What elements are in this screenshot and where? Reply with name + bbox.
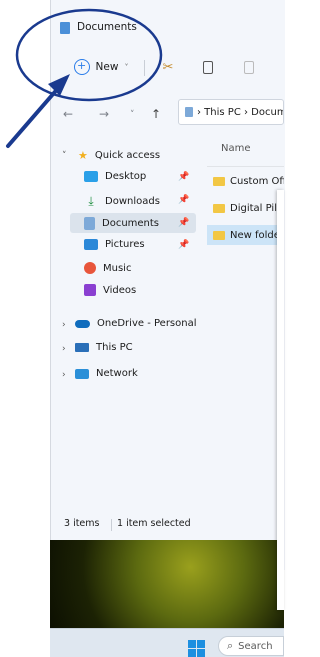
file-name: Custom Office Templates: [230, 175, 284, 187]
status-item-count: 3 items: [64, 518, 100, 529]
column-divider: [207, 166, 284, 167]
download-icon: ⤓: [88, 194, 94, 208]
monitor-icon: [75, 343, 89, 352]
sidebar-item-quick-access[interactable]: ★ Quick access: [78, 149, 160, 162]
sidebar-item-label: OneDrive - Personal: [97, 318, 197, 329]
sidebar-item-network[interactable]: Network: [75, 368, 138, 379]
sidebar-item-label: Desktop: [105, 171, 147, 182]
chevron-right-icon[interactable]: ›: [62, 370, 66, 380]
taskbar-search-box[interactable]: ⌕ Search: [218, 636, 284, 656]
column-header-name[interactable]: Name: [221, 143, 251, 154]
sidebar-item-label: Music: [103, 262, 132, 274]
desktop-wallpaper: [50, 540, 284, 630]
copy-button[interactable]: [198, 58, 218, 76]
network-icon: [75, 368, 89, 379]
paste-icon: [244, 60, 254, 74]
folder-icon: [213, 230, 225, 240]
chevron-right-icon[interactable]: ›: [62, 344, 66, 354]
videos-icon: [84, 284, 96, 296]
music-icon: [84, 262, 96, 274]
cloud-icon: [75, 319, 90, 328]
recent-locations-chevron-icon[interactable]: ˅: [130, 110, 135, 120]
sidebar-item-this-pc[interactable]: This PC: [75, 342, 133, 353]
pin-icon[interactable]: 📌: [178, 218, 189, 228]
sidebar-item-onedrive[interactable]: OneDrive - Personal: [75, 318, 197, 329]
copy-icon: [203, 60, 213, 74]
sidebar-item-pictures[interactable]: Pictures: [84, 239, 145, 250]
pin-icon[interactable]: 📌: [178, 240, 189, 250]
address-bar[interactable]: › This PC › Documents: [178, 99, 284, 125]
status-divider: [111, 519, 112, 531]
pin-icon[interactable]: 📌: [178, 195, 189, 205]
chevron-right-icon[interactable]: ›: [62, 320, 66, 330]
search-placeholder: Search: [238, 640, 273, 652]
file-row-custom-office-templates[interactable]: Custom Office Templates: [207, 171, 284, 191]
folder-icon: [213, 176, 225, 186]
file-row-digital-pilot[interactable]: Digital Pilot: [207, 198, 284, 218]
sidebar-item-music[interactable]: Music: [84, 262, 131, 274]
sidebar-item-label: Pictures: [105, 239, 145, 250]
status-selection-count: 1 item selected: [117, 518, 191, 529]
sidebar-item-downloads[interactable]: ⤓ Downloads: [84, 194, 160, 209]
sidebar-item-label: Documents: [102, 218, 160, 229]
sidebar-item-label: Network: [96, 368, 138, 379]
desktop-icon: [84, 171, 98, 182]
scissors-icon: ✂: [162, 59, 174, 75]
up-arrow-icon[interactable]: ↑: [151, 107, 161, 121]
file-row-new-folder[interactable]: New folder: [207, 225, 284, 245]
search-icon: ⌕: [227, 639, 234, 652]
documents-icon: [185, 107, 193, 117]
file-name: Digital Pilot: [230, 202, 284, 214]
pin-icon[interactable]: 📌: [178, 172, 189, 182]
sidebar-item-label: Videos: [103, 284, 137, 296]
pictures-icon: [84, 239, 98, 250]
sidebar-item-desktop[interactable]: Desktop: [84, 171, 146, 182]
paste-button[interactable]: [239, 58, 259, 76]
sidebar-item-label: This PC: [96, 342, 133, 353]
sidebar-item-documents[interactable]: Documents: [84, 217, 159, 230]
windows-start-icon[interactable]: [188, 640, 205, 657]
folder-icon: [213, 203, 225, 213]
forward-arrow-icon[interactable]: →: [99, 107, 109, 121]
annotation-arrow-icon: [6, 74, 70, 148]
context-menu-edge: [277, 190, 284, 610]
sidebar-item-videos[interactable]: Videos: [84, 284, 136, 296]
sidebar-item-label: Downloads: [105, 196, 160, 207]
address-path: › This PC › Documents: [197, 106, 283, 118]
documents-icon: [84, 217, 95, 230]
sidebar-item-label: Quick access: [94, 150, 161, 161]
file-name: New folder: [230, 229, 284, 241]
